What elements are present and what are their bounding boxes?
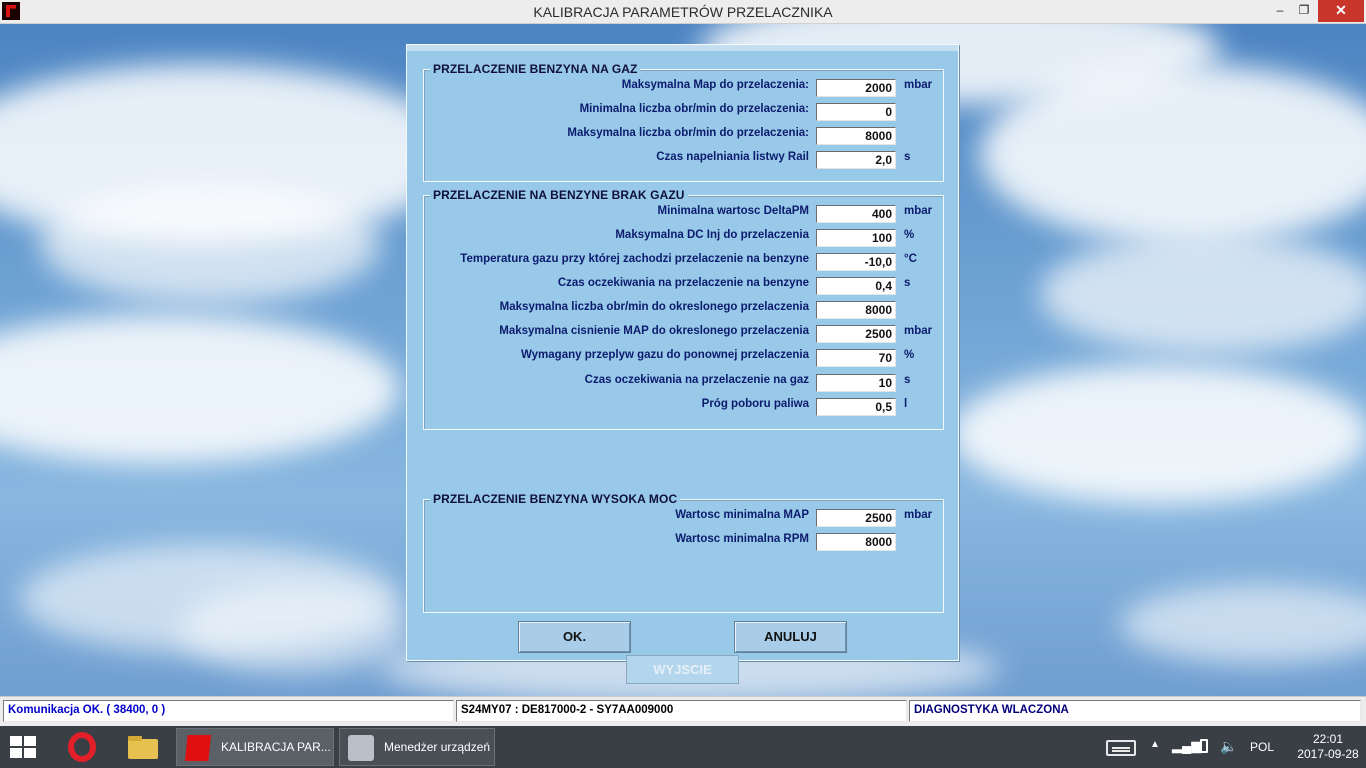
param-unit: mbar (904, 79, 933, 91)
dialog-top-edge (407, 45, 958, 51)
group-legend: PRZELACZENIE BENZYNA NA GAZ (430, 62, 641, 76)
close-button[interactable]: ✕ (1318, 0, 1364, 22)
param-row: Temperatura gazu przy której zachodzi pr… (424, 251, 945, 271)
network-signal-icon[interactable]: ▂▄▆ (1172, 738, 1201, 754)
param-row: Wymagany przeplyw gazu do ponownej przel… (424, 347, 945, 367)
param-unit: mbar (904, 205, 933, 217)
param-input[interactable]: 0 (816, 103, 896, 121)
clock[interactable]: 22:01 2017-09-28 (1296, 732, 1360, 762)
param-input[interactable]: 2500 (816, 509, 896, 527)
param-input[interactable]: 2500 (816, 325, 896, 343)
ok-button[interactable]: OK. (518, 621, 631, 653)
param-row: Próg poboru paliwa 0,5 l (424, 396, 945, 416)
cancel-button[interactable]: ANULUJ (734, 621, 847, 653)
param-label: Minimalna wartosc DeltaPM (657, 205, 809, 217)
window-titlebar: KALIBRACJA PARAMETRÓW PRZELACZNIKA – ❐ ✕ (0, 0, 1366, 24)
keyboard-icon[interactable] (1106, 740, 1136, 756)
param-label: Maksymalna Map do przelaczenia: (621, 79, 809, 91)
taskbar-item-kalibracja[interactable]: KALIBRACJA PAR... (176, 728, 334, 766)
group-benzyna-na-gaz: PRZELACZENIE BENZYNA NA GAZ Maksymalna M… (423, 62, 945, 182)
exit-button[interactable]: WYJSCIE (626, 655, 739, 684)
param-unit: l (904, 398, 908, 410)
chevron-up-icon[interactable]: ▲ (1150, 739, 1160, 750)
param-row: Czas oczekiwania na przelaczenie na benz… (424, 275, 945, 295)
param-label: Czas oczekiwania na przelaczenie na gaz (584, 374, 809, 386)
status-bar: Komunikacja OK. ( 38400, 0 ) S24MY07 : D… (0, 696, 1366, 726)
param-input[interactable]: -10,0 (816, 253, 896, 271)
param-input[interactable]: 8000 (816, 301, 896, 319)
param-input[interactable]: 70 (816, 349, 896, 367)
param-input[interactable]: 100 (816, 229, 896, 247)
param-row: Maksymalna DC Inj do przelaczenia 100 % (424, 227, 945, 247)
param-row: Minimalna wartosc DeltaPM 400 mbar (424, 203, 945, 223)
param-label: Czas napelniania listwy Rail (656, 151, 809, 163)
group-legend: PRZELACZENIE BENZYNA WYSOKA MOC (430, 492, 681, 506)
volume-icon[interactable]: 🔈 (1220, 738, 1237, 755)
battery-icon[interactable] (1200, 739, 1208, 753)
param-label: Wartosc minimalna MAP (675, 509, 809, 521)
param-unit: s (904, 151, 911, 163)
param-unit: s (904, 277, 911, 289)
window-title: KALIBRACJA PARAMETRÓW PRZELACZNIKA (533, 4, 833, 20)
pdi-app-icon (185, 735, 211, 761)
param-row: Minimalna liczba obr/min do przelaczenia… (424, 101, 945, 121)
param-label: Wymagany przeplyw gazu do ponownej przel… (521, 349, 809, 361)
taskbar-item-device-manager[interactable]: Menedżer urządzeń (339, 728, 495, 766)
param-input[interactable]: 8000 (816, 533, 896, 551)
status-communication: Komunikacja OK. ( 38400, 0 ) (3, 700, 454, 722)
task-label: KALIBRACJA PAR... (221, 740, 331, 754)
param-label: Maksymalna DC Inj do przelaczenia (615, 229, 809, 241)
param-unit: % (904, 229, 915, 241)
calibration-dialog: PRZELACZENIE BENZYNA NA GAZ Maksymalna M… (406, 44, 959, 661)
param-row: Czas oczekiwania na przelaczenie na gaz … (424, 372, 945, 392)
param-unit: % (904, 349, 915, 361)
param-input[interactable]: 2,0 (816, 151, 896, 169)
group-legend: PRZELACZENIE NA BENZYNE BRAK GAZU (430, 188, 688, 202)
param-row: Czas napelniania listwy Rail 2,0 s (424, 149, 945, 169)
opera-icon[interactable] (62, 729, 102, 765)
clock-date: 2017-09-28 (1297, 747, 1359, 761)
param-label: Wartosc minimalna RPM (675, 533, 809, 545)
param-label: Maksymalna liczba obr/min do okreslonego… (499, 301, 809, 313)
maximize-button[interactable]: ❐ (1290, 0, 1318, 22)
param-unit: mbar (904, 325, 933, 337)
param-label: Próg poboru paliwa (701, 398, 809, 410)
status-device: S24MY07 : DE817000-2 - SY7AA009000 (456, 700, 907, 722)
param-label: Maksymalna liczba obr/min do przelaczeni… (567, 127, 809, 139)
group-wysoka-moc: PRZELACZENIE BENZYNA WYSOKA MOC Wartosc … (423, 492, 945, 613)
param-row: Wartosc minimalna RPM 8000 (424, 531, 945, 551)
language-indicator[interactable]: POL (1250, 740, 1274, 754)
task-label: Menedżer urządzeń (384, 740, 491, 754)
clock-time: 22:01 (1312, 732, 1344, 746)
param-input[interactable]: 2000 (816, 79, 896, 97)
param-unit: °C (904, 253, 917, 265)
param-input[interactable]: 0,4 (816, 277, 896, 295)
param-input[interactable]: 10 (816, 374, 896, 392)
file-explorer-icon[interactable] (122, 729, 164, 765)
param-row: Maksymalna liczba obr/min do okreslonego… (424, 299, 945, 319)
status-diagnostics: DIAGNOSTYKA WLACZONA (909, 700, 1361, 722)
param-row: Maksymalna cisnienie MAP do okreslonego … (424, 323, 945, 343)
group-brak-gazu: PRZELACZENIE NA BENZYNE BRAK GAZU Minima… (423, 188, 945, 430)
param-row: Maksymalna Map do przelaczenia: 2000 mba… (424, 77, 945, 97)
param-unit: s (904, 374, 911, 386)
param-input[interactable]: 8000 (816, 127, 896, 145)
param-input[interactable]: 0,5 (816, 398, 896, 416)
windows-start-icon[interactable] (10, 736, 38, 760)
param-label: Minimalna liczba obr/min do przelaczenia… (579, 103, 809, 115)
param-unit: mbar (904, 509, 933, 521)
param-input[interactable]: 400 (816, 205, 896, 223)
taskbar: KALIBRACJA PAR... Menedżer urządzeń ▲ ▂▄… (0, 726, 1366, 768)
device-manager-icon (348, 735, 374, 761)
param-row: Maksymalna liczba obr/min do przelaczeni… (424, 125, 945, 145)
param-label: Maksymalna cisnienie MAP do okreslonego … (499, 325, 809, 337)
param-label: Czas oczekiwania na przelaczenie na benz… (557, 277, 809, 289)
param-row: Wartosc minimalna MAP 2500 mbar (424, 507, 945, 527)
param-label: Temperatura gazu przy której zachodzi pr… (460, 253, 809, 265)
